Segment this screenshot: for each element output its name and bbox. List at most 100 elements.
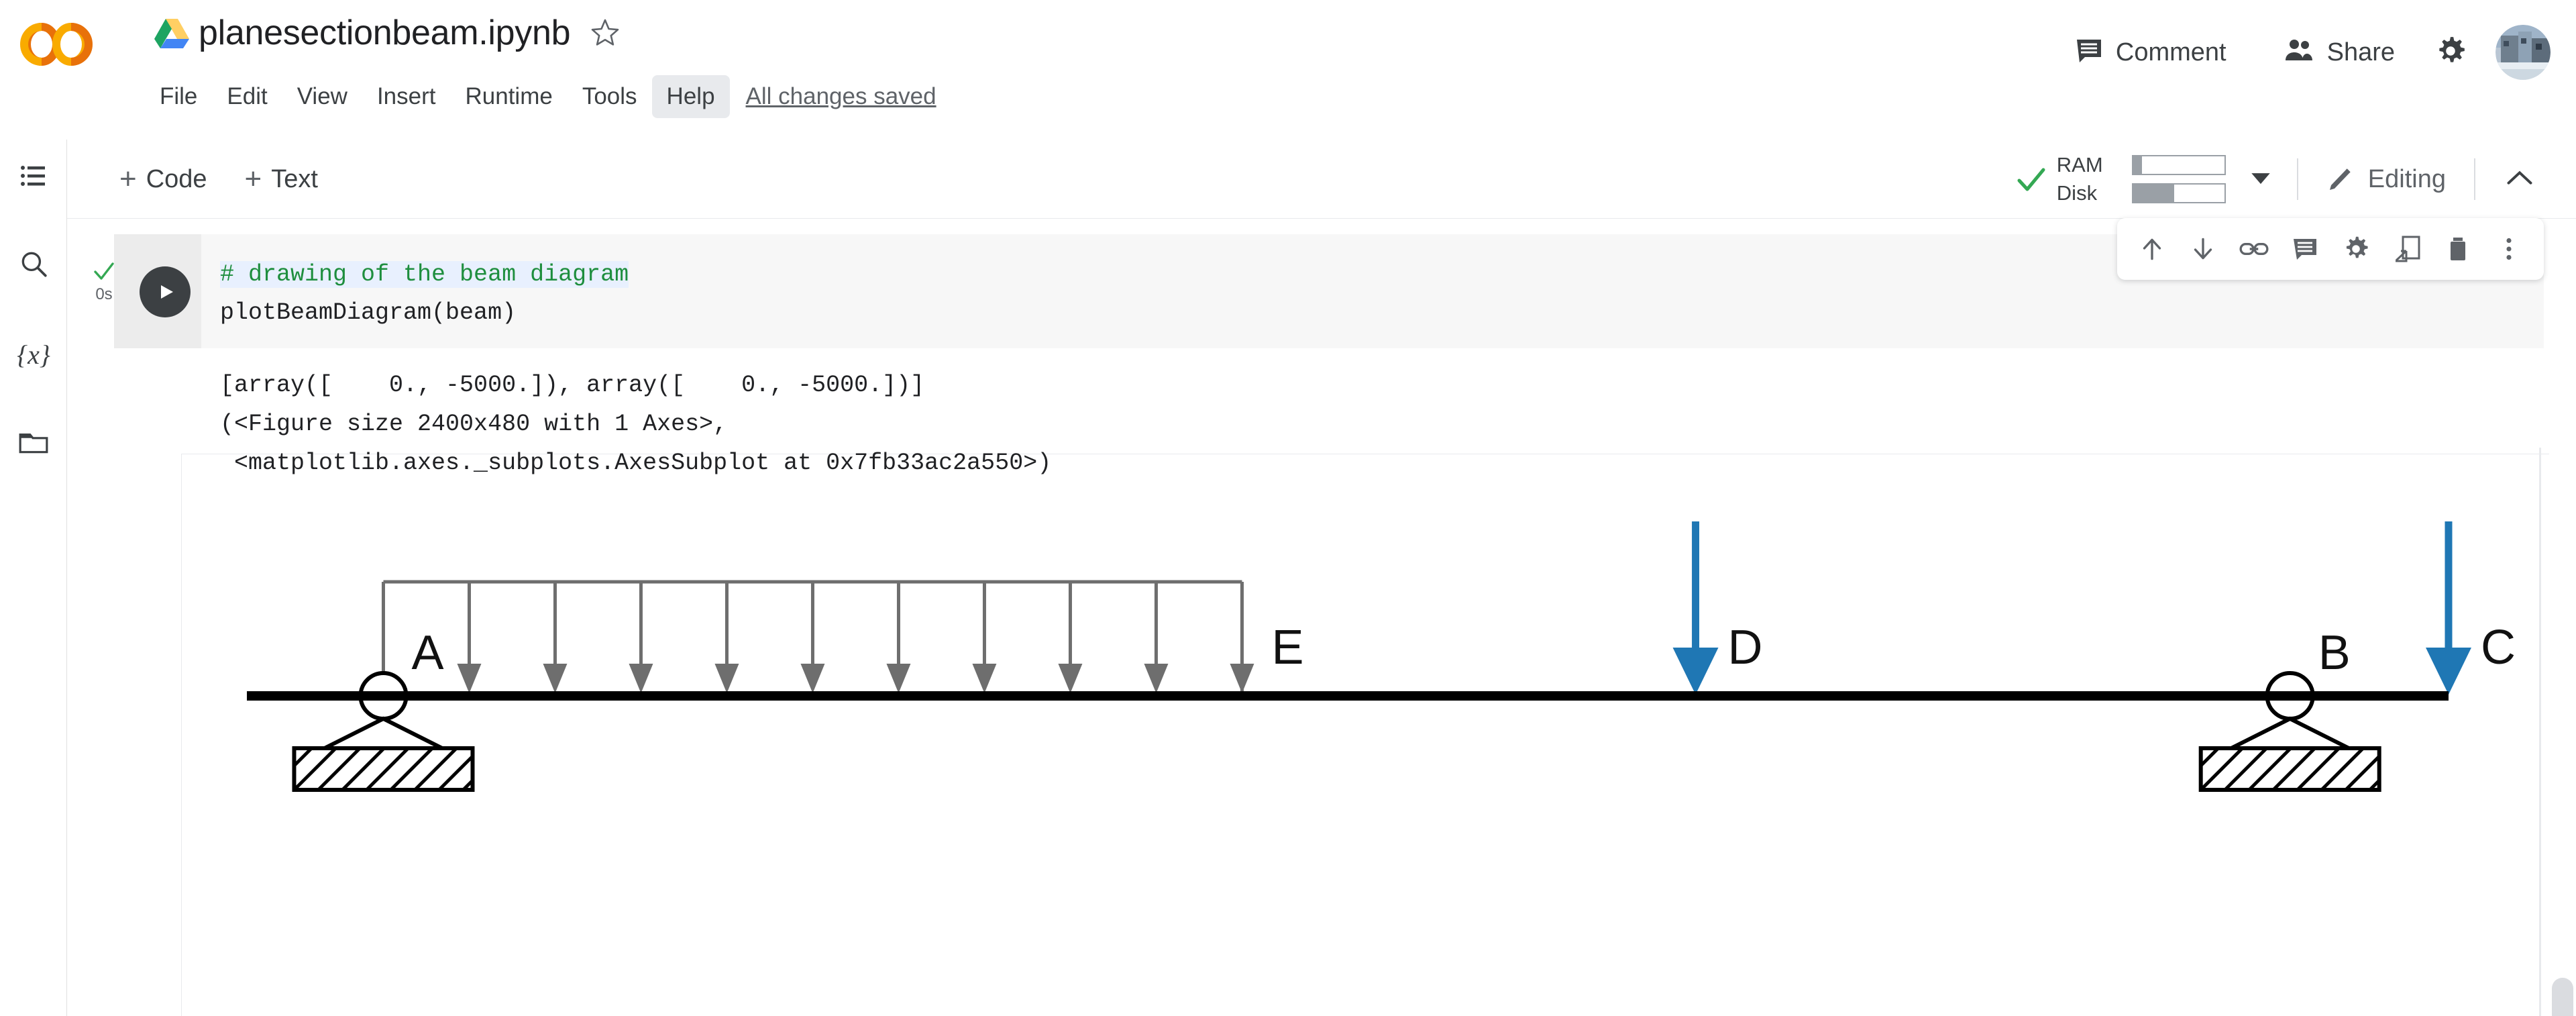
point-load-arrow-head bbox=[2426, 648, 2471, 695]
colab-notebook-page: planesectionbeam.ipynb File Edit View In… bbox=[0, 0, 2576, 1016]
move-cell-down-button[interactable] bbox=[2178, 223, 2229, 274]
toolbar-divider-1 bbox=[2296, 158, 2298, 200]
colab-logo-icon[interactable] bbox=[19, 19, 105, 70]
point-load-arrow-head bbox=[1672, 648, 1719, 695]
sidebar-item-files[interactable] bbox=[9, 419, 58, 467]
ram-bar-fill bbox=[2133, 156, 2143, 174]
page-scrollbar[interactable] bbox=[2549, 219, 2576, 1016]
udl-arrow-head bbox=[714, 664, 739, 693]
udl-arrow-head bbox=[972, 664, 997, 693]
disk-bar-fill bbox=[2133, 185, 2174, 202]
cell-action-toolbar[interactable] bbox=[2117, 218, 2544, 280]
gear-icon bbox=[2434, 34, 2467, 71]
toolbar-right-group: RAM Disk Editing bbox=[2014, 140, 2545, 219]
link-to-cell-button[interactable] bbox=[2229, 223, 2279, 274]
page-scrollbar-thumb[interactable] bbox=[2552, 978, 2573, 1016]
code-cell-body[interactable]: 0s # drawing of the beam diagram plotBea… bbox=[94, 218, 2544, 348]
notebook-scroll-area[interactable]: 0s # drawing of the beam diagram plotBea… bbox=[67, 218, 2576, 1016]
disk-bar bbox=[2131, 183, 2226, 203]
udl-end-label-E: E bbox=[1271, 621, 1303, 674]
google-drive-icon[interactable] bbox=[154, 17, 189, 48]
support-hatch-B bbox=[2223, 747, 2268, 791]
move-cell-up-button[interactable] bbox=[2127, 223, 2178, 274]
resource-dropdown-button[interactable] bbox=[2243, 163, 2278, 196]
connected-checkmark-icon[interactable] bbox=[2014, 162, 2049, 197]
cell-success-checkmark-icon bbox=[91, 258, 117, 284]
resource-usage-indicator[interactable]: RAM Disk bbox=[2057, 153, 2226, 205]
add-code-cell-button[interactable]: + Code bbox=[107, 158, 219, 201]
cell-settings-gear-icon[interactable] bbox=[2330, 223, 2381, 274]
support-hatch-A bbox=[317, 747, 362, 791]
udl-arrow-head bbox=[543, 664, 568, 693]
notebook-inner-edge bbox=[2539, 448, 2541, 1016]
app-header: planesectionbeam.ipynb File Edit View In… bbox=[0, 0, 2576, 140]
open-in-new-tab-icon[interactable] bbox=[2381, 223, 2432, 274]
table-of-contents-icon bbox=[19, 161, 48, 194]
sidebar-item-search[interactable] bbox=[9, 242, 58, 290]
page-title[interactable]: planesectionbeam.ipynb bbox=[199, 9, 571, 56]
support-triangle-B bbox=[2230, 716, 2350, 750]
code-call-line: plotBeamDiagram(beam) bbox=[220, 299, 517, 326]
add-code-cell-label: Code bbox=[146, 164, 207, 193]
menu-item-help[interactable]: Help bbox=[651, 75, 730, 118]
settings-button[interactable] bbox=[2426, 26, 2475, 79]
beam-diagram-svg: D CA BE bbox=[247, 521, 2516, 792]
output-line-3: <matplotlib.axes._subplots.AxesSubplot a… bbox=[220, 450, 1052, 476]
ram-bar bbox=[2131, 155, 2226, 175]
point-load-label-D: D bbox=[1728, 621, 1763, 674]
disk-label: Disk bbox=[2056, 181, 2098, 205]
output-line-1: [array([ 0., -5000.]), array([ 0., -5000… bbox=[220, 372, 925, 399]
more-cell-actions-icon[interactable] bbox=[2483, 223, 2534, 274]
support-label-B: B bbox=[2318, 626, 2351, 680]
variables-icon: {x} bbox=[17, 339, 50, 370]
ram-label: RAM bbox=[2056, 153, 2103, 176]
output-stream-text: [array([ 0., -5000.]), array([ 0., -5000… bbox=[220, 366, 1051, 482]
header-actions: Comment Share bbox=[2058, 20, 2551, 85]
comment-icon[interactable] bbox=[2279, 223, 2330, 274]
udl-arrow-head bbox=[800, 664, 825, 693]
udl-arrow-head bbox=[457, 664, 482, 693]
delete-cell-trash-icon[interactable] bbox=[2432, 223, 2483, 274]
code-cell[interactable]: 0s # drawing of the beam diagram plotBea… bbox=[94, 218, 2544, 348]
support-hatch-B bbox=[2199, 747, 2220, 767]
support-label-A: A bbox=[411, 626, 443, 680]
play-icon bbox=[161, 285, 173, 299]
share-button-label: Share bbox=[2326, 38, 2395, 66]
support-hatch-A bbox=[389, 747, 434, 791]
notebook-toolbar: + Code + Text RAM Disk Editing bbox=[67, 140, 2576, 219]
udl-arrow-head bbox=[886, 664, 911, 693]
support-hatch-B bbox=[2199, 747, 2244, 791]
comment-button-label: Comment bbox=[2115, 38, 2226, 66]
avatar[interactable] bbox=[2496, 25, 2551, 80]
save-status-link[interactable]: All changes saved bbox=[746, 82, 936, 111]
star-icon[interactable] bbox=[589, 17, 621, 49]
menu-item-file[interactable]: File bbox=[145, 75, 212, 118]
beam-diagram-figure: DCABE bbox=[168, 501, 2542, 931]
plus-icon: + bbox=[244, 162, 262, 195]
menu-item-runtime[interactable]: Runtime bbox=[451, 75, 568, 118]
collapse-toolbar-button[interactable] bbox=[2494, 160, 2545, 199]
support-hatch-A bbox=[365, 747, 410, 791]
people-icon bbox=[2283, 36, 2315, 69]
code-comment-line: # drawing of the beam diagram bbox=[220, 261, 629, 288]
support-hatch-A bbox=[292, 747, 313, 767]
output-line-2: (<Figure size 2400x480 with 1 Axes>, bbox=[220, 411, 728, 438]
editing-mode-label: Editing bbox=[2367, 164, 2446, 193]
plus-icon: + bbox=[119, 162, 137, 195]
editing-mode-button[interactable]: Editing bbox=[2317, 158, 2455, 201]
menu-item-tools[interactable]: Tools bbox=[568, 75, 652, 118]
share-button[interactable]: Share bbox=[2267, 30, 2411, 76]
disk-row: Disk bbox=[2057, 181, 2226, 205]
sidebar-item-table-of-contents[interactable] bbox=[9, 153, 58, 201]
toolbar-left-group: + Code + Text bbox=[107, 140, 330, 219]
code-editor-content[interactable]: # drawing of the beam diagram plotBeamDi… bbox=[220, 256, 629, 332]
menu-item-insert[interactable]: Insert bbox=[362, 75, 451, 118]
menu-item-edit[interactable]: Edit bbox=[212, 75, 282, 118]
comment-button[interactable]: Comment bbox=[2058, 30, 2243, 76]
menu-item-view[interactable]: View bbox=[282, 75, 362, 118]
add-text-cell-button[interactable]: + Text bbox=[233, 158, 330, 201]
toolbar-divider-2 bbox=[2474, 158, 2475, 200]
sidebar-item-variables[interactable]: {x} bbox=[9, 330, 58, 378]
run-cell-button[interactable] bbox=[140, 266, 191, 317]
pencil-icon bbox=[2326, 163, 2356, 196]
